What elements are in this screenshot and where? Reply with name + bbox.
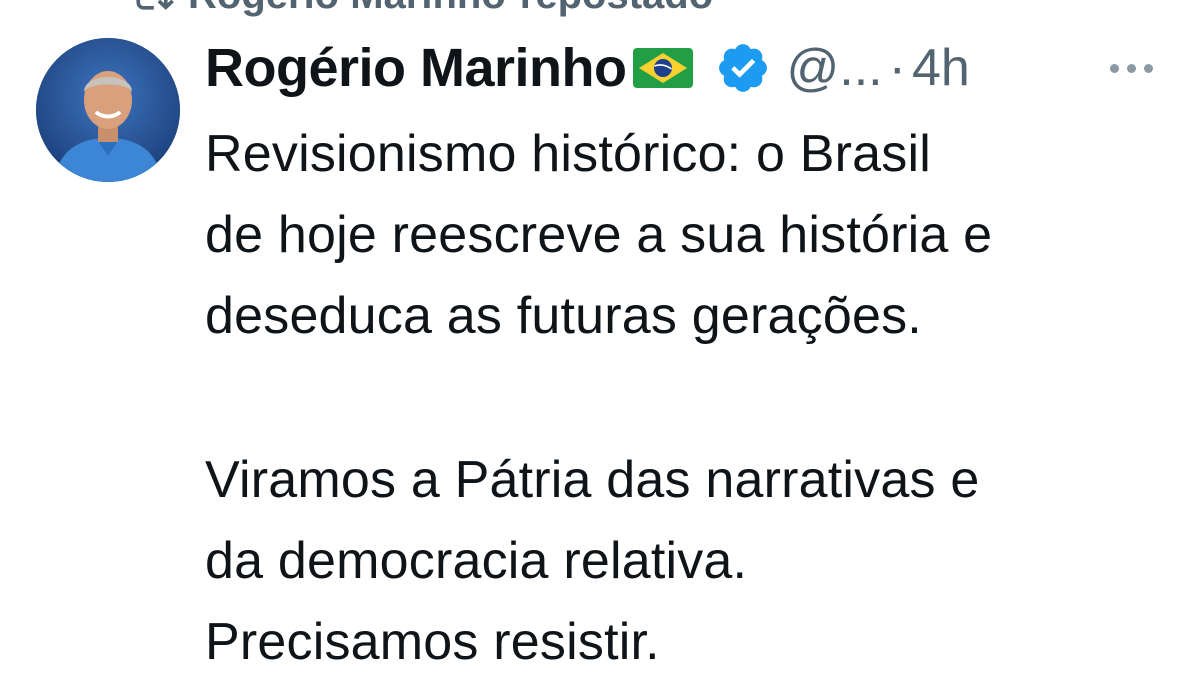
- tweet[interactable]: Rogério Marinho @... · 4h Revisionismo h…: [205, 34, 1155, 683]
- repost-indicator[interactable]: Rogério Marinho repostado: [130, 0, 713, 20]
- separator-dot: ·: [888, 39, 906, 97]
- profile-photo: [36, 38, 180, 182]
- verified-badge-icon[interactable]: [715, 40, 771, 96]
- tweet-timestamp[interactable]: 4h: [912, 38, 970, 98]
- user-handle[interactable]: @...: [787, 38, 883, 98]
- more-dot: [1110, 63, 1119, 73]
- repost-suffix-label: repostado: [520, 0, 713, 18]
- more-options-icon[interactable]: [1110, 58, 1153, 78]
- repost-icon: [136, 0, 174, 10]
- display-name[interactable]: Rogério Marinho: [205, 37, 627, 99]
- tweet-text-paragraph-1: Revisionismo histórico: o Brasil de hoje…: [205, 125, 993, 345]
- avatar[interactable]: [36, 38, 180, 182]
- more-dot: [1127, 63, 1136, 73]
- more-dot: [1144, 63, 1153, 73]
- brazil-flag-icon: [632, 48, 693, 88]
- repost-user-name[interactable]: Rogério Marinho: [188, 0, 506, 18]
- tweet-header: Rogério Marinho @... · 4h: [205, 34, 1155, 102]
- tweet-text-paragraph-2: Viramos a Pátria das narrativas e da dem…: [205, 451, 980, 671]
